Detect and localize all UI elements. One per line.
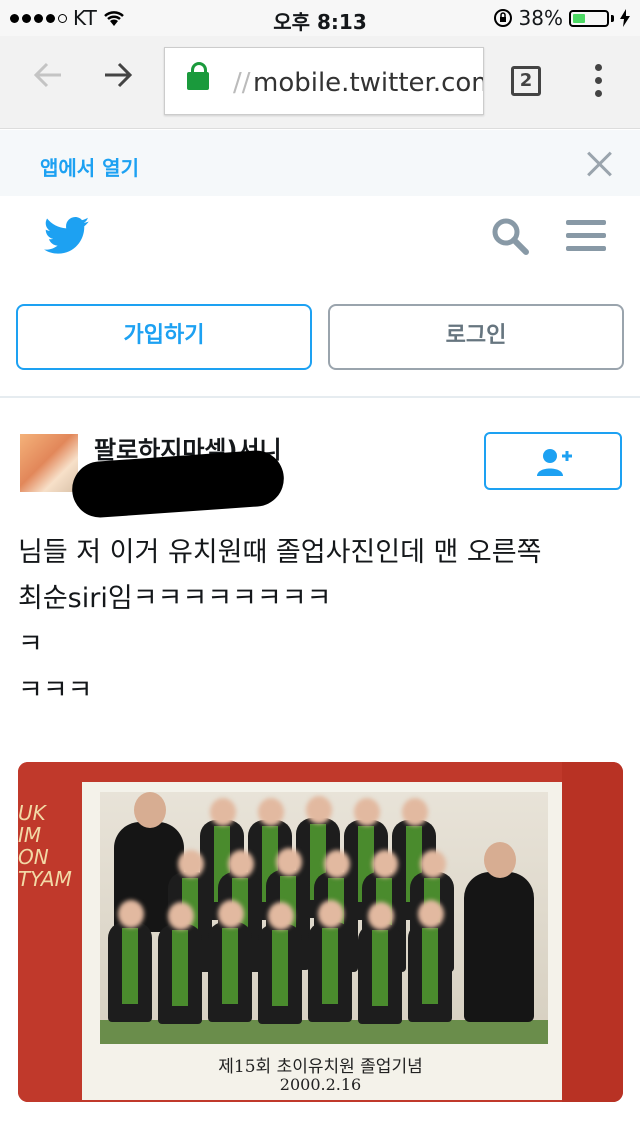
child-figure: [208, 922, 252, 1022]
search-icon[interactable]: [490, 216, 530, 256]
child-figure: [408, 922, 452, 1022]
battery-percent: 38%: [518, 6, 563, 30]
tweet-photo[interactable]: UK IM ON TYAM 제15회 초이유치원 졸업기념 2000.2.16: [18, 762, 623, 1102]
tab-switcher-button[interactable]: 2: [511, 66, 541, 96]
child-figure: [108, 922, 152, 1022]
forward-arrow-icon[interactable]: [96, 58, 140, 102]
child-figure: [358, 924, 402, 1024]
tweet-line: ㅋ: [18, 629, 43, 660]
hamburger-menu-icon[interactable]: [566, 220, 606, 254]
twitter-bird-logo[interactable]: [44, 216, 90, 256]
tweet-card: 팔로하지마셈)서니 님들 저 이거 유치원때 졸업사진인데 맨 오른쪽 최순si…: [0, 398, 640, 1138]
add-user-icon: [537, 449, 572, 476]
close-icon[interactable]: [584, 148, 616, 180]
battery-icon: [569, 9, 609, 27]
url-host: mobile.twitter.com: [253, 68, 484, 98]
tweet-line: 최순siri임ㅋㅋㅋㅋㅋㅋㅋㅋ: [18, 583, 332, 614]
charging-bolt-icon: [620, 9, 630, 27]
album-cover-left: UK IM ON TYAM: [18, 762, 82, 1102]
overflow-menu-icon[interactable]: [588, 64, 608, 102]
child-figure: [308, 922, 352, 1022]
address-bar[interactable]: // mobile.twitter.com: [164, 47, 484, 115]
rotation-lock-icon: [493, 9, 512, 27]
child-figure: [158, 924, 202, 1024]
tweet-line: ㅋㅋㅋ: [18, 675, 93, 706]
status-bar: KT 오후 8:13 38%: [0, 0, 640, 36]
open-in-app-banner[interactable]: 앱에서 열기: [0, 130, 640, 196]
open-in-app-link[interactable]: 앱에서 열기: [40, 152, 139, 181]
battery-tip: [611, 14, 614, 22]
signup-button[interactable]: 가입하기: [16, 304, 312, 370]
url-scheme: //: [233, 68, 251, 98]
follow-button[interactable]: [484, 432, 622, 490]
back-arrow-icon[interactable]: [26, 58, 70, 102]
lock-icon: [187, 62, 209, 90]
child-figure: [258, 924, 302, 1024]
login-button[interactable]: 로그인: [328, 304, 624, 370]
browser-toolbar: // mobile.twitter.com 2: [0, 36, 640, 129]
photo-caption-date: 2000.2.16: [279, 1075, 362, 1094]
photo-caption-title: 제15회 초이유치원 졸업기념: [218, 1057, 423, 1077]
adult-figure-right: [464, 842, 534, 1022]
tweet-text: 님들 저 이거 유치원때 졸업사진인데 맨 오른쪽 최순siri임ㅋㅋㅋㅋㅋㅋㅋ…: [18, 530, 623, 714]
avatar[interactable]: [20, 434, 78, 492]
album-cover-right: [562, 762, 623, 1102]
status-right: 38%: [493, 6, 630, 30]
tweet-line: 님들 저 이거 유치원때 졸업사진인데 맨 오른쪽: [18, 537, 542, 568]
album-cover-text: UK IM ON TYAM: [18, 801, 72, 891]
twitter-header: [0, 196, 640, 296]
